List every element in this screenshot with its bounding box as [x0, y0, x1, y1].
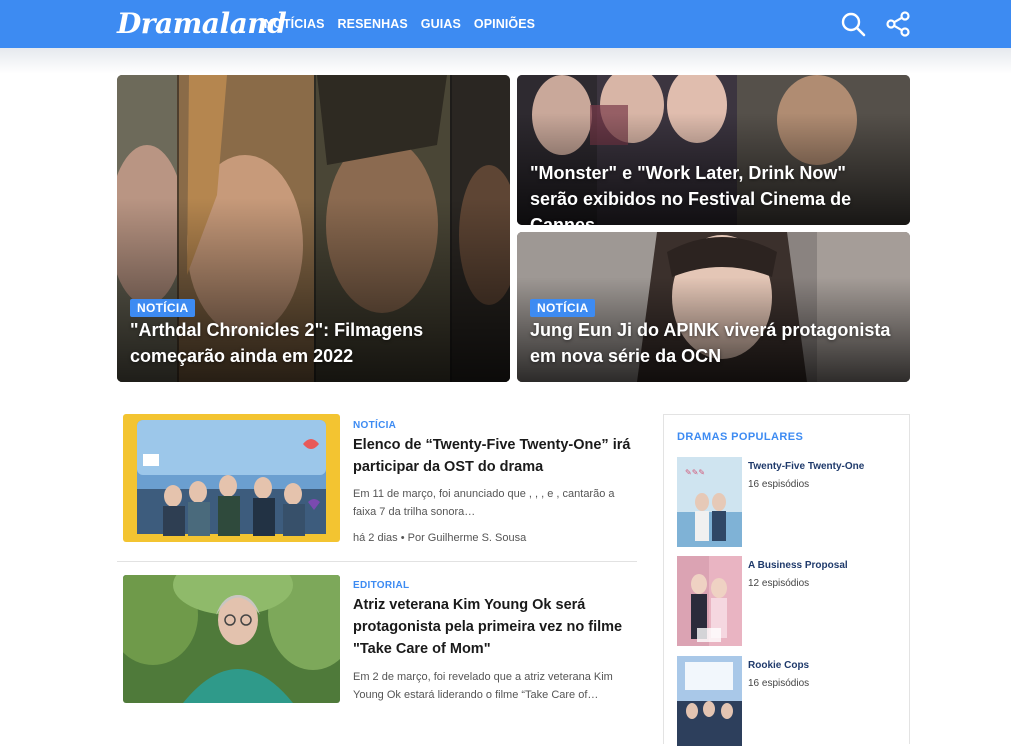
- hero-top-right-title[interactable]: "Monster" e "Work Later, Drink Now" serã…: [530, 160, 898, 225]
- drama-poster[interactable]: [677, 656, 742, 746]
- nav-resenhas[interactable]: RESENHAS: [338, 17, 408, 31]
- drama-episodes: 12 espisódios: [748, 578, 810, 589]
- top-navbar: Dramaland NOTÍCIAS RESENHAS GUIAS OPINIÕ…: [0, 0, 1011, 48]
- article-title[interactable]: Atriz veterana Kim Young Ok será protago…: [353, 594, 643, 660]
- article-thumbnail[interactable]: [123, 575, 340, 703]
- article-excerpt: Em 11 de março, foi anunciado que , , , …: [353, 488, 615, 518]
- drama-poster[interactable]: ✎✎✎: [677, 457, 742, 547]
- article-title[interactable]: Elenco de “Twenty-Five Twenty-One” irá p…: [353, 434, 643, 478]
- nav-opinioes[interactable]: OPINIÕES: [474, 17, 535, 31]
- hero-main-card[interactable]: NOTÍCIA "Arthdal Chronicles 2": Filmagen…: [117, 75, 510, 382]
- nav-noticias[interactable]: NOTÍCIAS: [264, 17, 325, 31]
- article-excerpt: Em 2 de março, foi revelado que a atriz …: [353, 671, 613, 701]
- article-divider: [117, 561, 637, 562]
- article-1-image: [123, 414, 340, 542]
- hero-main-tag[interactable]: NOTÍCIA: [130, 299, 196, 317]
- article-2-image: [123, 575, 340, 703]
- article-thumbnail[interactable]: [123, 414, 340, 542]
- drama-title[interactable]: Rookie Cops: [748, 660, 809, 671]
- sidebar-item-drama[interactable]: ✎✎✎ Twenty-Five Twenty-One 16 espisódios: [677, 457, 907, 549]
- header-shadow: [0, 48, 1011, 74]
- sidebar-item-drama[interactable]: A Business Proposal 12 espisódios: [677, 556, 907, 648]
- hero-top-right-card[interactable]: "Monster" e "Work Later, Drink Now" serã…: [517, 75, 910, 225]
- hero-bottom-right-title[interactable]: Jung Eun Ji do APINK viverá protagonista…: [530, 317, 898, 369]
- main-nav: NOTÍCIAS RESENHAS GUIAS OPINIÕES: [264, 0, 535, 48]
- article-card: NOTÍCIA Elenco de “Twenty-Five Twenty-On…: [117, 414, 637, 554]
- hero-bottom-right-card[interactable]: NOTÍCIA Jung Eun Ji do APINK viverá prot…: [517, 232, 910, 382]
- article-category[interactable]: NOTÍCIA: [353, 420, 396, 431]
- search-icon[interactable]: [840, 11, 866, 37]
- popular-dramas-widget: DRAMAS POPULARES ✎✎✎ Twenty-Five Twenty-…: [663, 414, 910, 746]
- drama-title[interactable]: Twenty-Five Twenty-One: [748, 461, 864, 472]
- drama-episodes: 16 espisódios: [748, 479, 810, 490]
- nav-guias[interactable]: GUIAS: [421, 17, 461, 31]
- sidebar-heading: DRAMAS POPULARES: [677, 431, 804, 443]
- drama-title[interactable]: A Business Proposal: [748, 560, 848, 571]
- sidebar-item-drama[interactable]: Rookie Cops 16 espisódios: [677, 656, 907, 748]
- drama-poster[interactable]: [677, 556, 742, 646]
- site-logo[interactable]: Dramaland: [117, 4, 287, 44]
- hero-main-title[interactable]: "Arthdal Chronicles 2": Filmagens começa…: [130, 317, 498, 369]
- article-card: EDITORIAL Atriz veterana Kim Young Ok se…: [117, 575, 637, 725]
- drama-episodes: 16 espisódios: [748, 678, 810, 689]
- hero-bottom-right-tag[interactable]: NOTÍCIA: [530, 299, 596, 317]
- svg-text:✎✎✎: ✎✎✎: [685, 468, 705, 477]
- article-meta: há 2 dias • Por Guilherme S. Sousa: [353, 532, 527, 544]
- article-category[interactable]: EDITORIAL: [353, 580, 409, 591]
- share-icon[interactable]: [885, 11, 911, 37]
